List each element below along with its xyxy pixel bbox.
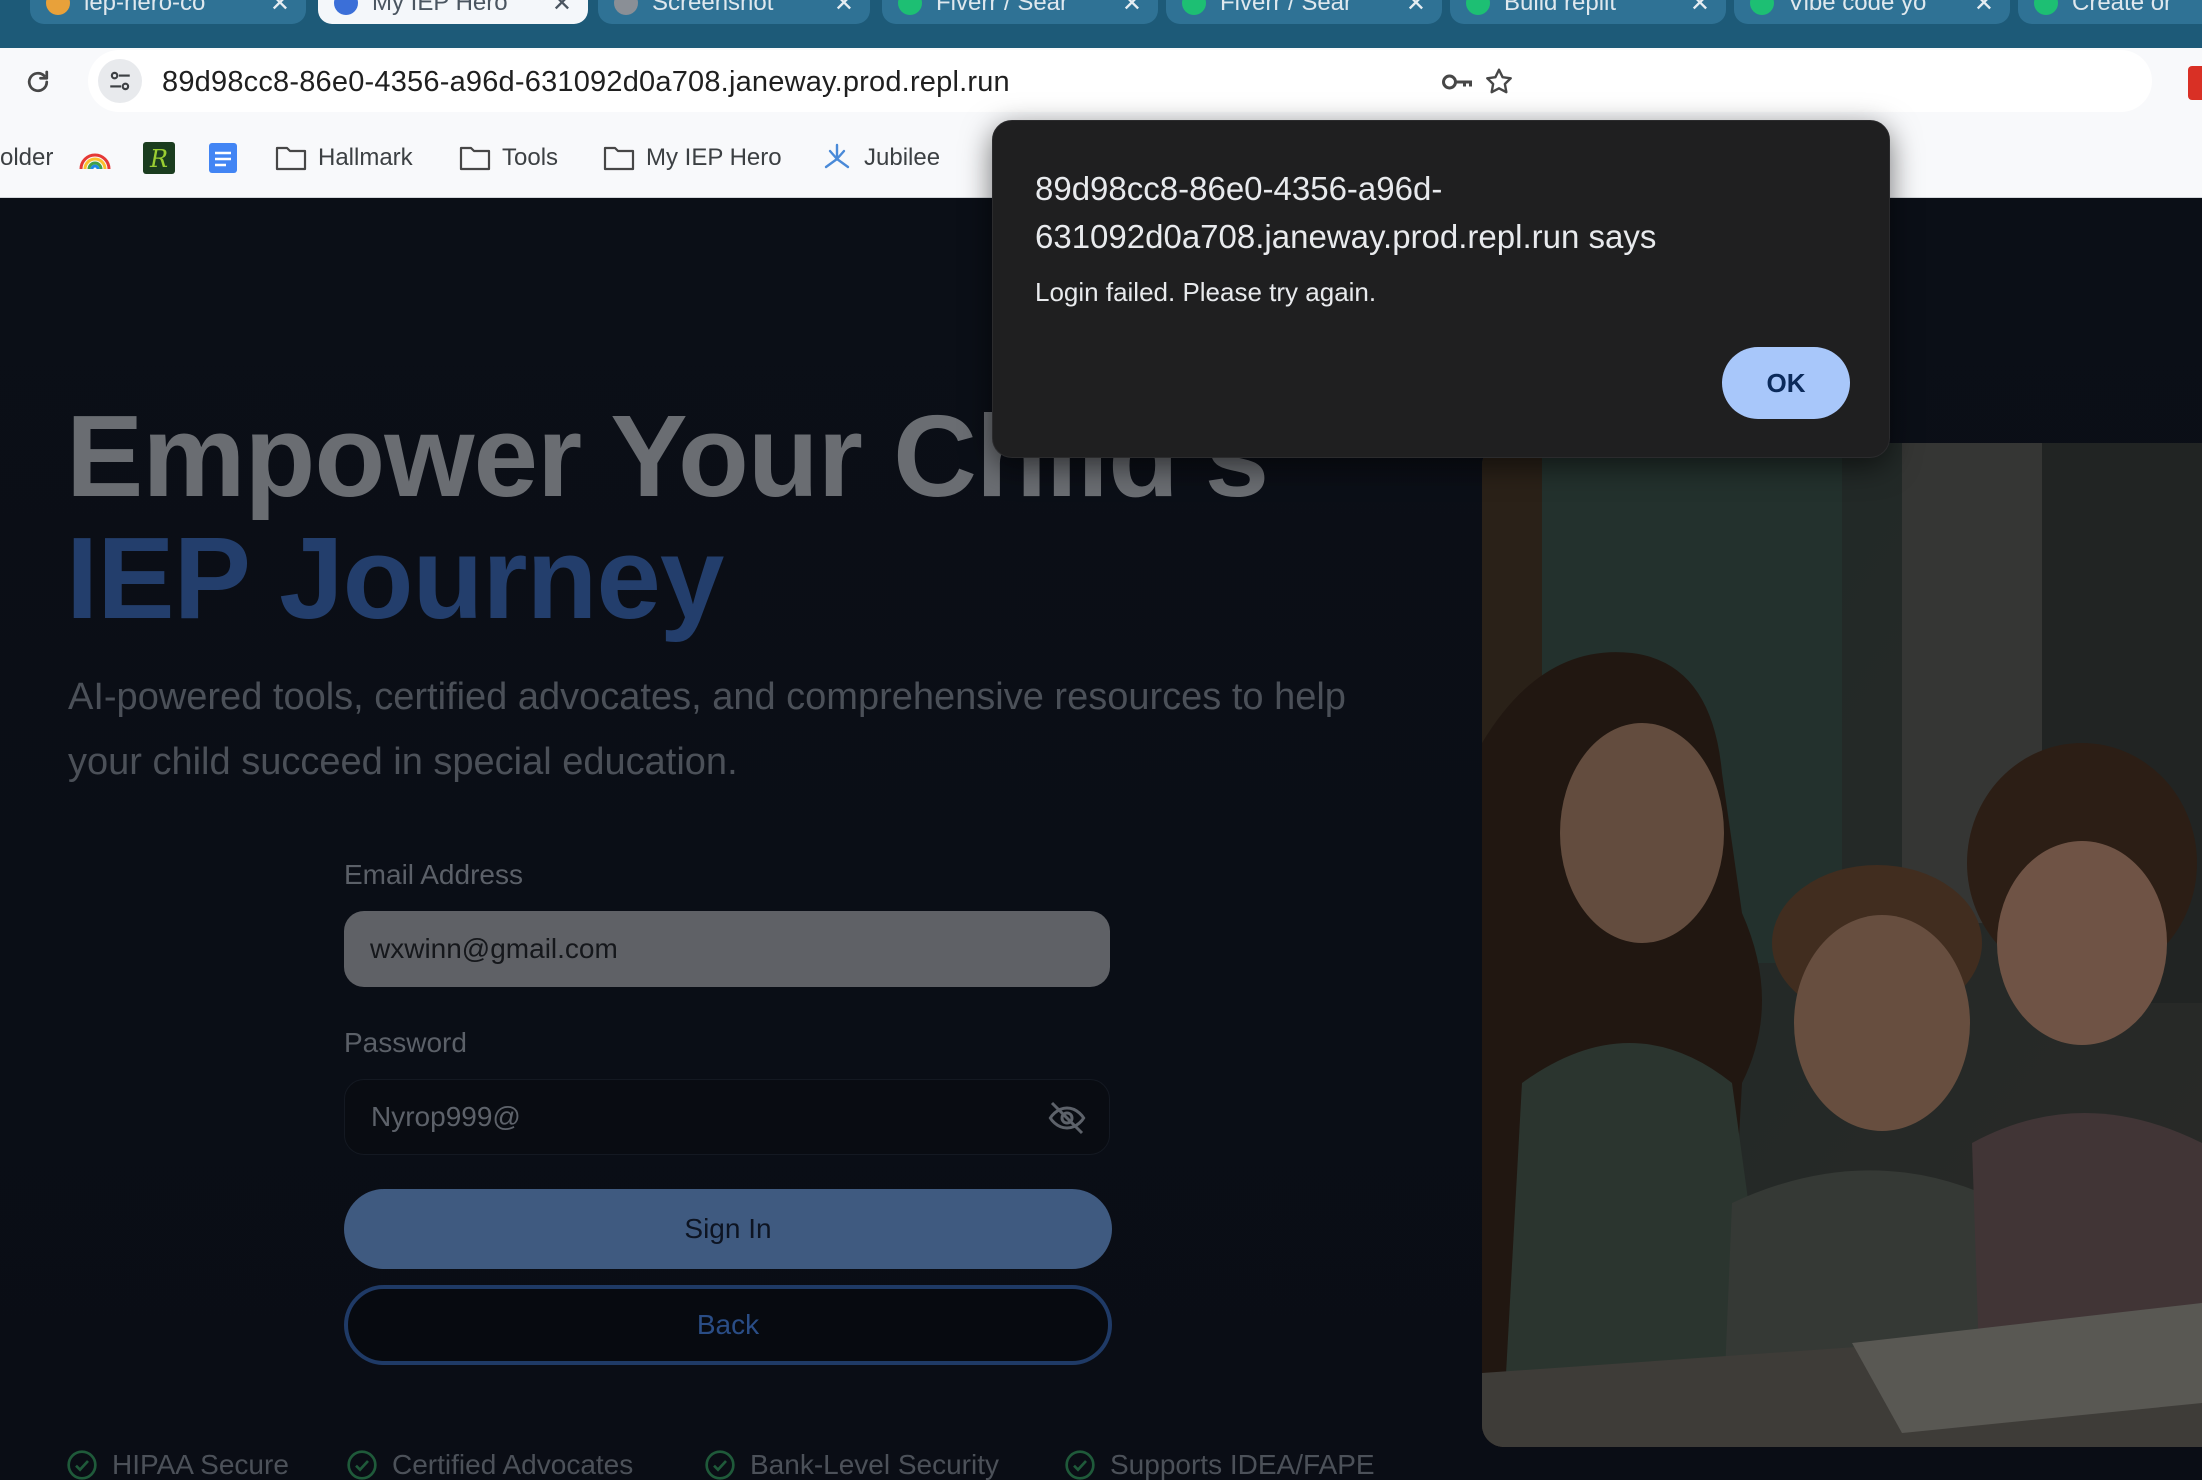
alert-origin-text: 89d98cc8-86e0-4356-a96d-631092d0a708.jan… [1035,170,1657,255]
tab-vibe-code[interactable]: Vibe code yo ✕ [1734,0,2010,24]
tab-favicon-icon [46,0,70,15]
tab-favicon-icon [1750,0,1774,15]
close-icon[interactable]: ✕ [1406,0,1426,18]
docs-icon [206,141,240,175]
tab-favicon-icon [2034,0,2058,15]
tab-create[interactable]: Create or [2018,0,2202,24]
bookmark-jubilee[interactable]: Jubilee [820,140,940,176]
folder-icon [458,141,492,175]
url-text[interactable]: 89d98cc8-86e0-4356-a96d-631092d0a708.jan… [162,66,1010,99]
hero-photo [1482,443,2202,1447]
alert-message: Login failed. Please try again. [1035,277,1377,307]
tab-strip: iep-hero-co ✕ My IEP Hero ✕ Screenshot ✕… [0,0,2202,48]
close-icon[interactable]: ✕ [552,0,572,18]
hero-subtitle: AI-powered tools, certified advocates, a… [68,676,1346,783]
close-icon[interactable]: ✕ [1690,0,1710,18]
check-circle-icon [1065,1450,1095,1480]
bookmark-docs[interactable] [206,140,250,176]
folder-icon [602,141,636,175]
close-icon[interactable]: ✕ [1974,0,1994,18]
check-circle-icon [705,1450,735,1480]
password-key-icon[interactable] [1438,63,1476,101]
hero-title-line2: IEP Journey [66,513,724,643]
tab-favicon-icon [1182,0,1206,15]
rainbow-icon [78,141,112,175]
bookmark-rainbow[interactable] [78,140,122,176]
ok-button[interactable]: OK [1722,347,1850,419]
password-field[interactable]: Nyrop999@ [344,1079,1110,1155]
tab-favicon-icon [614,0,638,15]
eye-off-icon[interactable] [1047,1098,1087,1138]
jubilee-icon [820,141,854,175]
folder-icon [274,141,308,175]
tab-my-iep-hero[interactable]: My IEP Hero ✕ [318,0,588,24]
login-form: Email Address wxwinn@gmail.com Password … [344,859,1112,1365]
email-label: Email Address [344,859,523,890]
back-button[interactable]: Back [344,1285,1112,1365]
trust-badge-security: Bank-Level Security [704,1448,999,1480]
close-icon[interactable]: ✕ [834,0,854,18]
tab-build-replit[interactable]: Build replit ✕ [1450,0,1726,24]
browser-window: iep-hero-co ✕ My IEP Hero ✕ Screenshot ✕… [0,0,2202,1480]
email-field[interactable]: wxwinn@gmail.com [344,911,1110,987]
tab-fiverr-1[interactable]: Fiverr / Sear ✕ [882,0,1158,24]
browser-toolbar: 89d98cc8-86e0-4356-a96d-631092d0a708.jan… [0,48,2202,118]
sign-in-button[interactable]: Sign In [344,1189,1112,1269]
email-value: wxwinn@gmail.com [370,933,618,964]
check-circle-icon [347,1450,377,1480]
close-icon[interactable]: ✕ [1122,0,1142,18]
site-settings-icon[interactable] [98,59,142,103]
address-bar[interactable]: 89d98cc8-86e0-4356-a96d-631092d0a708.jan… [88,50,2152,112]
alert-dialog: 89d98cc8-86e0-4356-a96d-631092d0a708.jan… [992,120,1890,458]
tab-favicon-icon [1466,0,1490,15]
bookmark-r-logo[interactable]: R [142,140,186,176]
tab-iep-hero-code[interactable]: iep-hero-co ✕ [30,0,306,24]
trust-badge-advocates: Certified Advocates [346,1448,633,1480]
bookmark-star-icon[interactable] [1480,63,1518,101]
password-value: Nyrop999@ [371,1101,521,1132]
password-label: Password [344,1027,467,1058]
bookmark-folder-older[interactable]: older [0,140,53,176]
trust-badge-idea-fape: Supports IDEA/FAPE [1064,1448,1375,1480]
tab-favicon-icon [898,0,922,15]
reload-icon[interactable] [18,62,58,102]
tab-screenshot[interactable]: Screenshot ✕ [598,0,870,24]
bookmark-folder-tools[interactable]: Tools [458,140,558,176]
bookmark-folder-my-iep-hero[interactable]: My IEP Hero [602,140,782,176]
tab-favicon-icon [334,0,358,15]
svg-text:R: R [149,145,168,173]
bookmark-folder-hallmark[interactable]: Hallmark [274,140,413,176]
r-logo-icon: R [142,141,176,175]
check-circle-icon [67,1450,97,1480]
extension-icon[interactable] [2188,66,2202,100]
close-icon[interactable]: ✕ [270,0,290,18]
tab-fiverr-2[interactable]: Fiverr / Sear ✕ [1166,0,1442,24]
trust-badge-hipaa: HIPAA Secure [66,1448,289,1480]
